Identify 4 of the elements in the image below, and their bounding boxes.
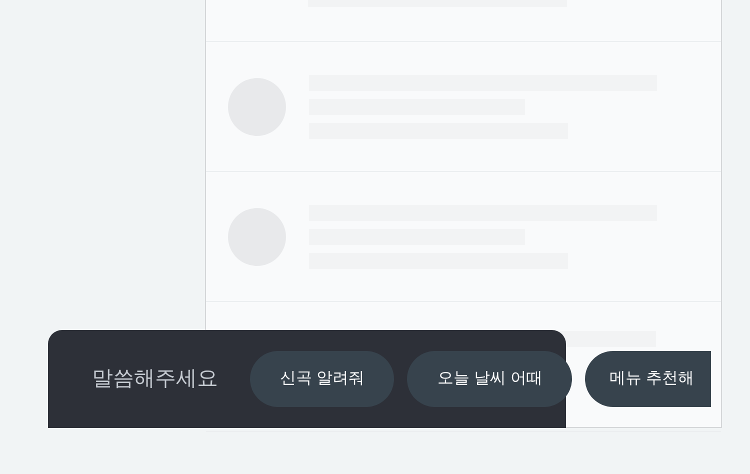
suggestion-chip[interactable]: 메뉴 추천해: [585, 351, 712, 407]
voice-prompt: 말씀해주세요: [92, 366, 219, 392]
suggestion-chip[interactable]: 신곡 알려줘: [250, 351, 394, 407]
suggestion-chip[interactable]: 오늘 날씨 어때: [407, 351, 572, 407]
